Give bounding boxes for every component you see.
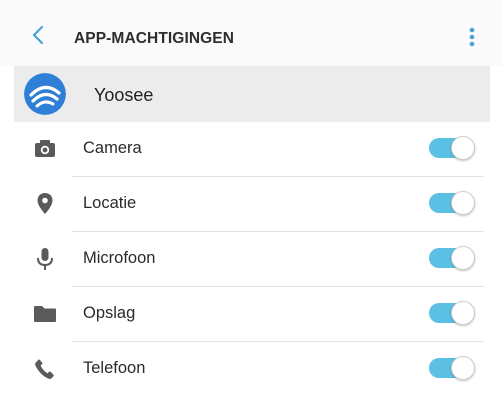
- toggle-knob: [451, 136, 475, 160]
- more-vertical-icon: [469, 27, 475, 47]
- location-pin-icon: [37, 193, 53, 214]
- app-name: Yoosee: [94, 85, 154, 105]
- more-options-button[interactable]: [462, 24, 482, 50]
- app-info-row: Yoosee: [14, 66, 490, 122]
- back-button[interactable]: [26, 22, 52, 48]
- chevron-left-icon: [32, 25, 44, 45]
- permission-label-camera: Camera: [83, 139, 142, 157]
- toggle-knob: [451, 301, 475, 325]
- permission-row-locatie[interactable]: Locatie: [24, 177, 484, 232]
- locatie-toggle[interactable]: [429, 191, 477, 215]
- permission-row-microfoon[interactable]: Microfoon: [24, 232, 484, 287]
- toggle-knob: [451, 356, 475, 380]
- permission-row-camera[interactable]: Camera: [24, 122, 484, 177]
- permission-label-telefoon: Telefoon: [83, 359, 146, 377]
- permission-row-opslag[interactable]: Opslag: [24, 287, 484, 342]
- folder-icon: [34, 306, 56, 322]
- permission-label-microfoon: Microfoon: [83, 249, 156, 267]
- telefoon-toggle[interactable]: [429, 356, 477, 380]
- permission-label-locatie: Locatie: [83, 194, 137, 212]
- camera-toggle[interactable]: [429, 136, 477, 160]
- yoosee-app-icon: [24, 73, 66, 115]
- permission-row-telefoon[interactable]: Telefoon: [24, 342, 484, 394]
- opslag-toggle[interactable]: [429, 301, 477, 325]
- microfoon-toggle[interactable]: [429, 246, 477, 270]
- app-bar: APP-MACHTIGINGEN: [0, 0, 502, 66]
- toggle-knob: [451, 246, 475, 270]
- camera-icon: [35, 140, 55, 157]
- microphone-icon: [37, 248, 53, 270]
- phone-icon: [35, 359, 54, 379]
- page-title: APP-MACHTIGINGEN: [74, 30, 235, 47]
- toggle-knob: [451, 191, 475, 215]
- permission-label-opslag: Opslag: [83, 304, 136, 322]
